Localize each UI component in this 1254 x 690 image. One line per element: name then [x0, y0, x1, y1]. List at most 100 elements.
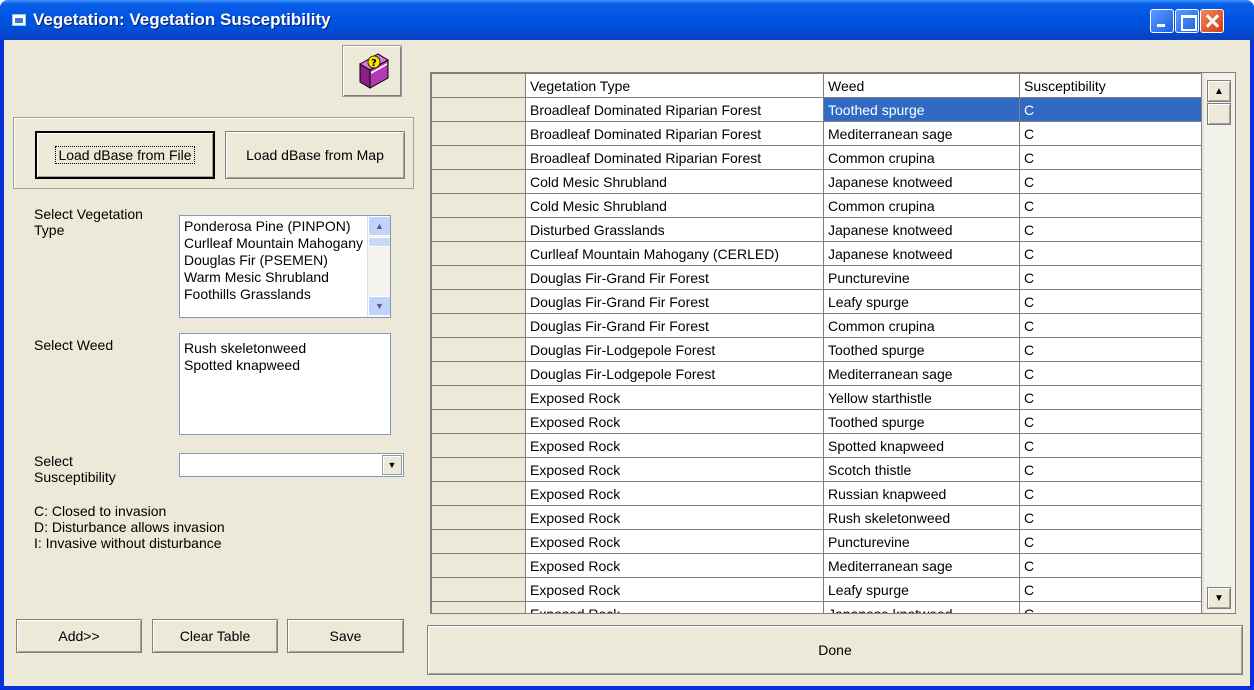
susceptibility-cell[interactable]: C — [1019, 433, 1202, 458]
table-row[interactable]: Exposed Rock Spotted knapweed C — [431, 433, 1202, 458]
vegetation-cell[interactable]: Exposed Rock — [525, 409, 824, 434]
scroll-thumb[interactable] — [1207, 103, 1231, 125]
table-row[interactable]: Broadleaf Dominated Riparian Forest Tooth… — [431, 97, 1202, 122]
weed-cell[interactable]: Japanese knotweed — [823, 217, 1020, 242]
clear-table-button[interactable]: Clear Table — [152, 619, 278, 653]
help-button[interactable]: ? — [342, 45, 402, 97]
vegetation-list-scrollbar[interactable]: ▲ ▼ — [367, 216, 390, 317]
susceptibility-cell[interactable]: C — [1019, 337, 1202, 362]
vegetation-cell[interactable]: Broadleaf Dominated Riparian Forest — [525, 145, 824, 170]
vegetation-cell[interactable]: Cold Mesic Shrubland — [525, 193, 824, 218]
weed-list[interactable]: Rush skeletonweed Spotted knapweed — [179, 333, 391, 435]
vegetation-cell[interactable]: Exposed Rock — [525, 457, 824, 482]
vegetation-cell[interactable]: Exposed Rock — [525, 553, 824, 578]
weed-cell[interactable]: Russian knapweed — [823, 481, 1020, 506]
susceptibility-cell[interactable]: C — [1019, 577, 1202, 602]
susceptibility-cell[interactable]: C — [1019, 121, 1202, 146]
results-grid[interactable]: Vegetation Type Weed Susceptibility Broa… — [430, 72, 1236, 614]
minimize-button[interactable] — [1150, 9, 1174, 33]
susceptibility-cell[interactable]: C — [1019, 553, 1202, 578]
weed-cell[interactable]: Toothed spurge — [823, 409, 1020, 434]
scroll-thumb[interactable] — [368, 237, 390, 247]
row-header-cell[interactable] — [431, 529, 526, 554]
susceptibility-cell[interactable]: C — [1019, 193, 1202, 218]
row-header-cell[interactable] — [431, 553, 526, 578]
row-header-cell[interactable] — [431, 145, 526, 170]
row-header-cell[interactable] — [431, 313, 526, 338]
weed-cell[interactable]: Toothed spurge — [823, 97, 1020, 122]
table-row[interactable]: Disturbed Grasslands Japanese knotweed C — [431, 217, 1202, 242]
susceptibility-cell[interactable]: C — [1019, 361, 1202, 386]
row-header-cell[interactable] — [431, 433, 526, 458]
susceptibility-cell[interactable]: C — [1019, 217, 1202, 242]
vegetation-cell[interactable]: Douglas Fir-Grand Fir Forest — [525, 313, 824, 338]
susceptibility-cell[interactable]: C — [1019, 481, 1202, 506]
susceptibility-select[interactable]: ▼ — [179, 453, 404, 477]
vegetation-cell[interactable]: Curlleaf Mountain Mahogany (CERLED) — [525, 241, 824, 266]
table-row[interactable]: Exposed Rock Yellow starthistle C — [431, 385, 1202, 410]
arrow-up-icon[interactable]: ▲ — [1207, 80, 1231, 102]
vegetation-cell[interactable]: Exposed Rock — [525, 577, 824, 602]
vegetation-list-item[interactable]: Foothills Grasslands — [180, 286, 366, 303]
weed-cell[interactable]: Mediterranean sage — [823, 121, 1020, 146]
table-row[interactable]: Douglas Fir-Grand Fir Forest Leafy spurge… — [431, 289, 1202, 314]
weed-cell[interactable]: Leafy spurge — [823, 577, 1020, 602]
vegetation-cell[interactable]: Exposed Rock — [525, 385, 824, 410]
weed-cell[interactable]: Puncturevine — [823, 529, 1020, 554]
weed-list-item[interactable]: Rush skeletonweed — [180, 340, 386, 357]
vegetation-type-list[interactable]: Ponderosa Pine (PINPON) Curlleaf Mountain… — [179, 215, 391, 318]
row-header-cell[interactable] — [431, 361, 526, 386]
vegetation-cell[interactable]: Exposed Rock — [525, 601, 824, 613]
row-header-cell[interactable] — [431, 505, 526, 530]
weed-cell[interactable]: Spotted knapweed — [823, 433, 1020, 458]
column-header-vegetation[interactable]: Vegetation Type — [525, 73, 824, 98]
table-row[interactable]: Exposed Rock Japanese knotweed C — [431, 601, 1202, 613]
susceptibility-cell[interactable]: C — [1019, 313, 1202, 338]
vegetation-list-item[interactable]: Ponderosa Pine (PINPON) — [180, 218, 366, 235]
vegetation-cell[interactable]: Douglas Fir-Lodgepole Forest — [525, 337, 824, 362]
row-header-cell[interactable] — [431, 601, 526, 613]
table-row[interactable]: Exposed Rock Rush skeletonweed C — [431, 505, 1202, 530]
arrow-down-icon[interactable]: ▼ — [368, 296, 390, 316]
vegetation-cell[interactable]: Broadleaf Dominated Riparian Forest — [525, 121, 824, 146]
arrow-down-icon[interactable]: ▼ — [1207, 587, 1231, 609]
weed-cell[interactable]: Rush skeletonweed — [823, 505, 1020, 530]
susceptibility-cell[interactable]: C — [1019, 265, 1202, 290]
weed-cell[interactable]: Common crupina — [823, 313, 1020, 338]
save-button[interactable]: Save — [287, 619, 404, 653]
row-header-cell[interactable] — [431, 121, 526, 146]
row-header-cell[interactable] — [431, 481, 526, 506]
table-row[interactable]: Exposed Rock Toothed spurge C — [431, 409, 1202, 434]
weed-cell[interactable]: Mediterranean sage — [823, 361, 1020, 386]
table-row[interactable]: Exposed Rock Russian knapweed C — [431, 481, 1202, 506]
add-button[interactable]: Add>> — [16, 619, 142, 653]
weed-cell[interactable]: Scotch thistle — [823, 457, 1020, 482]
table-row[interactable]: Cold Mesic Shrubland Common crupina C — [431, 193, 1202, 218]
vegetation-cell[interactable]: Exposed Rock — [525, 481, 824, 506]
vegetation-cell[interactable]: Broadleaf Dominated Riparian Forest — [525, 97, 824, 122]
row-header-cell[interactable] — [431, 385, 526, 410]
chevron-down-icon[interactable]: ▼ — [382, 455, 402, 475]
vegetation-cell[interactable]: Cold Mesic Shrubland — [525, 169, 824, 194]
susceptibility-cell[interactable]: C — [1019, 241, 1202, 266]
vegetation-list-item[interactable]: Warm Mesic Shrubland — [180, 269, 366, 286]
column-header-susceptibility[interactable]: Susceptibility — [1019, 73, 1202, 98]
vegetation-cell[interactable]: Exposed Rock — [525, 529, 824, 554]
table-row[interactable]: Exposed Rock Mediterranean sage C — [431, 553, 1202, 578]
susceptibility-cell[interactable]: C — [1019, 385, 1202, 410]
row-header-cell[interactable] — [431, 577, 526, 602]
load-dbase-file-button[interactable]: Load dBase from File — [35, 131, 215, 179]
weed-list-item[interactable]: Spotted knapweed — [180, 357, 386, 374]
vegetation-cell[interactable]: Exposed Rock — [525, 433, 824, 458]
table-row[interactable]: Broadleaf Dominated Riparian Forest Medit… — [431, 121, 1202, 146]
row-header-cell[interactable] — [431, 289, 526, 314]
table-row[interactable]: Broadleaf Dominated Riparian Forest Commo… — [431, 145, 1202, 170]
done-button[interactable]: Done — [427, 625, 1243, 675]
table-row[interactable]: Douglas Fir-Grand Fir Forest Common crupi… — [431, 313, 1202, 338]
row-header-cell[interactable] — [431, 409, 526, 434]
row-header-cell[interactable] — [431, 337, 526, 362]
susceptibility-cell[interactable]: C — [1019, 97, 1202, 122]
susceptibility-cell[interactable]: C — [1019, 169, 1202, 194]
vegetation-cell[interactable]: Douglas Fir-Grand Fir Forest — [525, 265, 824, 290]
vegetation-cell[interactable]: Disturbed Grasslands — [525, 217, 824, 242]
